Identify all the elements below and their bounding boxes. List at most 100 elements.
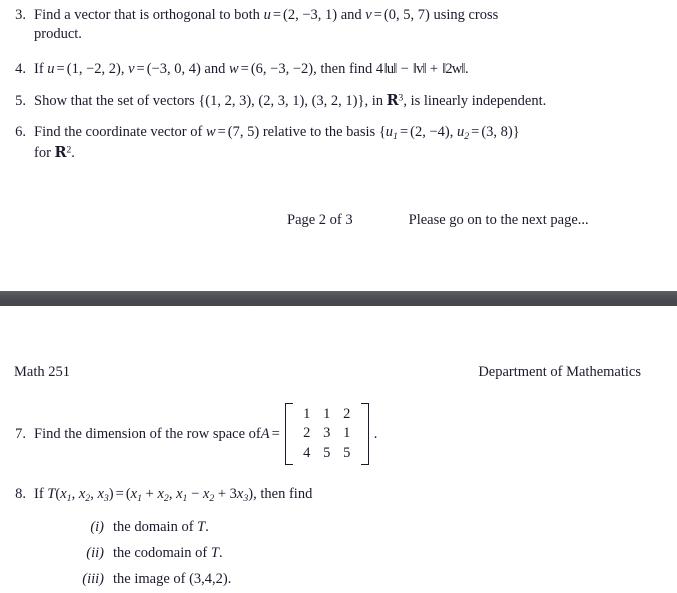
problem-4-period: . [465,61,469,78]
matrix-cell: 2 [343,406,351,423]
problem-7-body: Find the dimension of the row space of A… [34,403,677,465]
equals-sign: = [217,124,226,141]
basis-u1-value: (2, −4), [410,124,454,141]
vector-v-value: (−3, 0, 4) [146,61,201,78]
problem-8-line-1: If T(x1, x2, x3) = (x1 + x2, x1 − x2 + 3x3… [34,485,657,505]
subitem-body: the image of (3,4,2). [113,570,231,589]
subitem-body: the codomain of T. [113,544,223,563]
problem-6-number: 6. [15,124,26,141]
matrix-cell: 1 [343,425,351,442]
running-head: Math 251 Department of Mathematics [0,364,677,381]
basis-u1-symbol: u [385,124,394,141]
problem-6-body: Find the coordinate vector of w = (7, 5) r… [34,123,677,162]
continuation-note: Please go on to the next page... [408,212,589,229]
norm-u: ‖u‖ [383,61,398,78]
matrix-cell: 5 [343,444,351,461]
equals-sign: = [373,7,382,23]
course-label: Math 251 [14,364,70,381]
exam-page-2-bottom: 3. Find a vector that is orthogonal to b… [0,6,677,229]
problem-3: 3. Find a vector that is orthogonal to b… [0,6,677,43]
page-break-divider [0,291,677,307]
matrix-cell: 5 [323,444,331,461]
equals-sign: = [115,485,124,502]
problem-5-text-2: , in [364,92,387,109]
problem-3-text-b: using cross [429,7,499,23]
vector-u-value: (1, −2, 2), [66,61,125,78]
problem-4: 4. If u = (1, −2, 2), v = (−3, 0, 4) and w =(… [0,60,677,79]
minus-sign: − [396,61,413,78]
vector-u-value: (2, −3, 1) [283,7,338,23]
vector-u-symbol: u [263,7,271,23]
page-number-label: Page 2 of 3 [287,212,353,229]
problem-4-body: If u = (1, −2, 2), v = (−3, 0, 4) and w = (6, … [34,60,677,79]
vector-v-symbol: v [365,7,372,23]
problem-7: 7. Find the dimension of the row space o… [0,403,677,465]
plus-sign: + [426,61,442,78]
subitem-period: . [218,545,223,562]
problem-3-line-1: Find a vector that is orthogonal to both… [34,6,657,25]
matrix-cell: 2 [303,425,311,442]
vector-w-value: (6, −3, −2), [250,61,317,78]
page-footer: Page 2 of 3 Please go on to the next pag… [0,212,677,229]
equals-sign: = [272,7,281,23]
problem-6-line-1: Find the coordinate vector of w = (7, 5) r… [34,123,671,143]
vector-w-value: (7, 5) [227,124,260,141]
subitem-label: (i) [90,519,104,536]
vector-w-symbol: w [228,61,239,78]
problem-4-text-2: and [200,61,229,78]
conjunction-and: and [337,7,366,23]
subitem-ii: (ii) the codomain of T. [34,544,657,563]
subitem-period: . [205,519,209,536]
problem-8-text-2: , then find [253,485,313,502]
plus-sign: + [142,485,158,502]
problem-8-number: 8. [15,485,26,502]
subitem-text: the domain of [113,519,198,536]
matrix-A: 1 1 2 2 3 1 4 5 5 [284,403,369,465]
problem-5-text-1: Show that the set of vectors [34,92,199,109]
equals-sign: = [136,61,145,78]
problem-6-line-2: for R2. [34,144,671,163]
problem-8-subitems: (i) the domain of T. (ii) the codomain o… [34,518,657,589]
transform-T-symbol: T [210,545,219,562]
problem-6-text-for: for [34,144,55,161]
real-field-symbol: R [54,143,67,161]
vector-w-symbol: w [205,124,216,141]
equals-sign: = [399,124,409,141]
plus-three: + 3 [214,485,237,502]
subitem-text: the image of (3,4,2). [113,570,232,587]
problem-3-line-2: product. [34,25,82,42]
vector-u-symbol: u [47,61,55,78]
problem-8-body: If T(x1, x2, x3) = (x1 + x2, x1 − x2 + 3x3… [34,485,677,589]
matrix-cell: 3 [323,425,331,442]
equals-sign: = [471,124,480,141]
problem-7-period: . [373,425,378,442]
problem-5-number: 5. [15,92,26,109]
equals-sign: = [271,425,280,442]
real-field-symbol: R [386,91,399,109]
problem-5-text-3: , is linearly independent. [403,92,547,109]
problem-6-period: . [71,144,75,161]
subitem-text: the codomain of [113,545,211,562]
matrix-cell: 4 [303,444,311,461]
subitem-iii: (iii) the image of (3,4,2). [34,570,657,589]
subitem-label: (iii) [82,570,104,587]
problem-6: 6. Find the coordinate vector of w = (7, 5… [0,123,677,162]
vector-v-symbol: v [128,61,135,78]
brace-close: } [512,124,520,141]
matrix-bracket-right [360,403,369,465]
matrix-bracket-left [284,403,293,465]
vector-set: {(1, 2, 3), (2, 3, 1), (3, 2, 1)} [198,92,365,109]
subitem-label: (ii) [86,545,104,562]
problem-7-text-1: Find the dimension of the row space of [34,425,261,442]
equals-sign: = [240,61,249,78]
problem-7-number: 7. [15,426,26,443]
problem-8: 8. If T(x1, x2, x3) = (x1 + x2, x1 − x2 + … [0,485,677,589]
norm-2w: ‖2w‖ [442,61,465,78]
problem-3-number: 3. [15,7,26,23]
matrix-grid: 1 1 2 2 3 1 4 5 5 [293,403,361,465]
comma: , [71,485,79,502]
norm-v: ‖v‖ [412,61,427,78]
problem-5-body: Show that the set of vectors {(1, 2, 3),… [34,92,677,111]
problem-5: 5. Show that the set of vectors {(1, 2, … [0,92,677,111]
paren-close: ) [108,485,114,502]
